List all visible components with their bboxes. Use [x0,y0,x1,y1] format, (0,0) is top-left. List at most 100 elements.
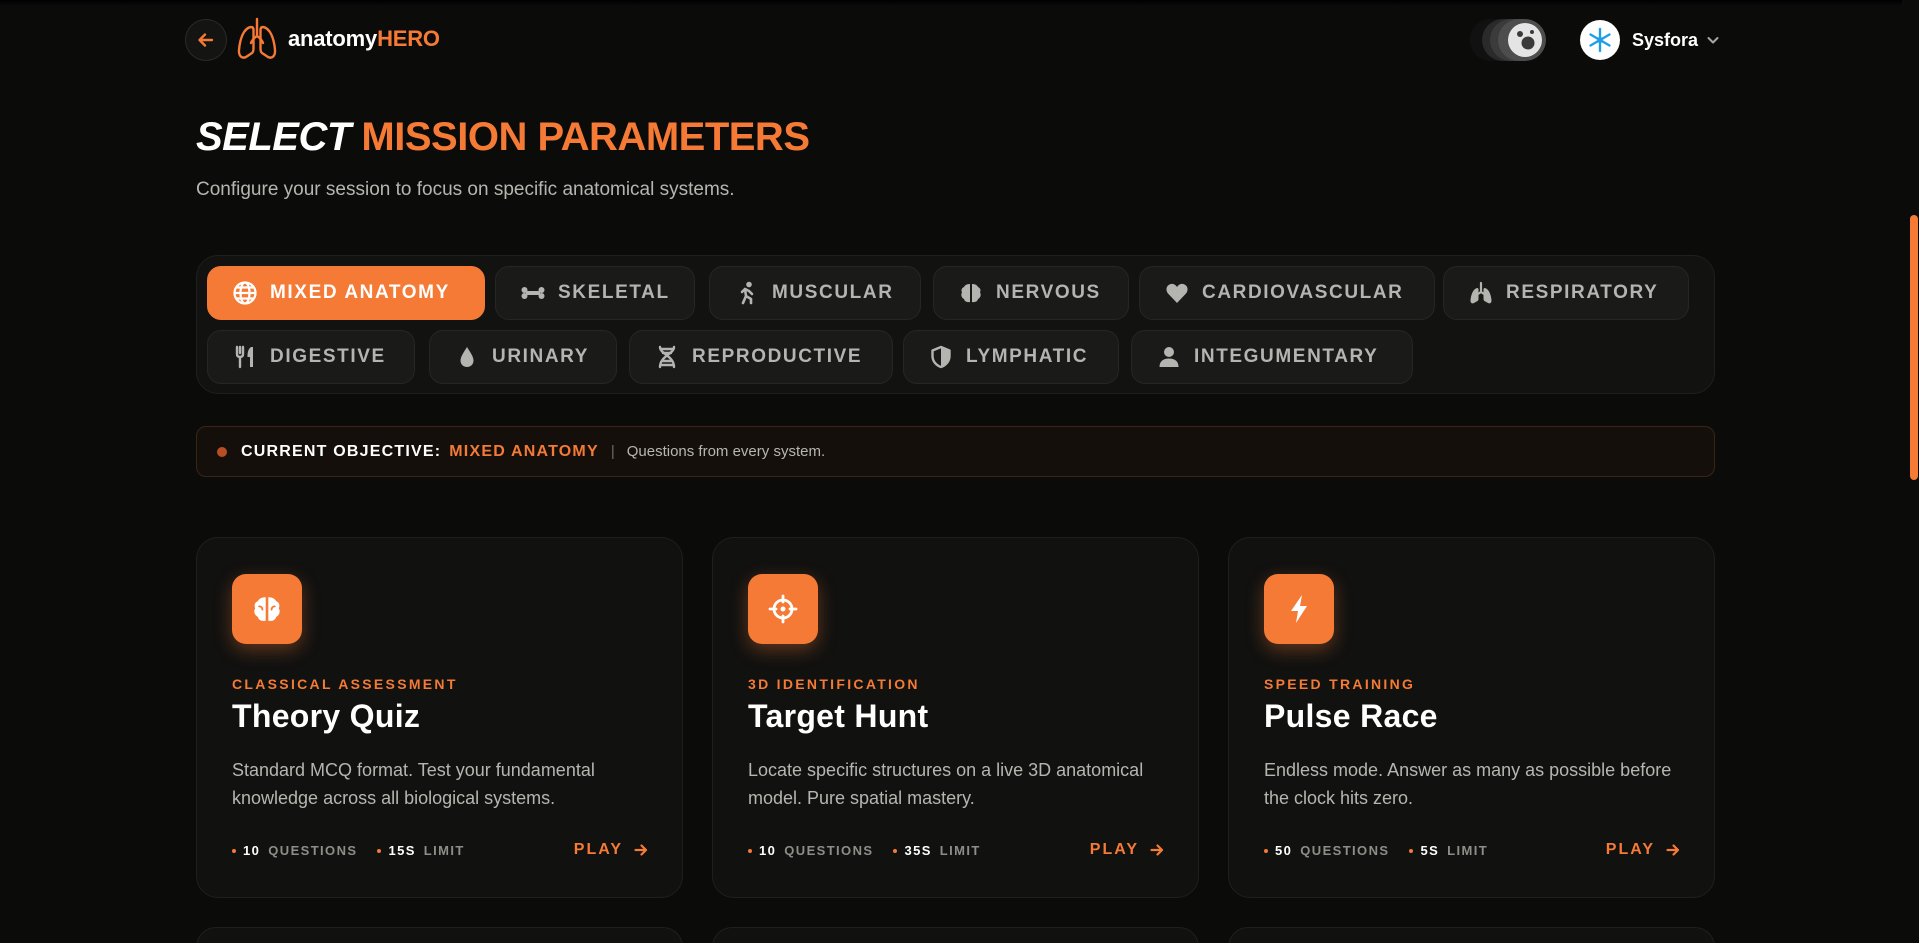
stat-value: 50 [1275,843,1293,858]
filter-chip-nervous[interactable]: NERVOUS [933,266,1129,320]
page-title-wrap: SELECT MISSION PARAMETERS [196,112,810,162]
stat-label: QUESTIONS [784,843,874,858]
filter-chip-label: SKELETAL [558,282,670,303]
page-subtitle: Configure your session to focus on speci… [196,179,735,200]
lungs-icon [1470,281,1492,304]
objective-value: MIXED ANATOMY [449,442,599,460]
card-stats: 10 QUESTIONS 35S LIMIT [748,843,1001,858]
arrow-right-icon [1666,844,1680,856]
mode-card-partial[interactable] [1228,927,1715,943]
bullet [232,848,236,853]
mode-card-partial[interactable] [196,927,683,943]
arrow-right-icon [1150,844,1164,856]
logo-text: anatomyHERO [288,26,440,52]
card-icon-box [748,574,818,644]
card-description: Standard MCQ format. Test your fundament… [232,760,595,808]
play-label: PLAY [1605,841,1655,858]
mode-card-partial[interactable] [712,927,1199,943]
user-icon [1159,347,1179,367]
current-objective-bar: CURRENT OBJECTIVE: MIXED ANATOMY | Quest… [196,426,1715,477]
mode-card-target-hunt[interactable]: 3D IDENTIFICATION Target Hunt Locate spe… [712,537,1199,898]
filter-chip-skeletal[interactable]: SKELETAL [495,266,695,320]
mode-card-pulse-race[interactable]: SPEED TRAINING Pulse Race Endless mode. … [1228,537,1715,898]
bullet [893,848,898,853]
logo-text-part1: anatomy [288,26,378,51]
objective-separator: | [610,443,615,460]
filter-chip-lymphatic[interactable]: LYMPHATIC [903,330,1119,384]
stat-label: QUESTIONS [1300,843,1390,858]
play-button[interactable]: PLAY [1606,841,1681,859]
stat-value: 10 [243,843,261,858]
card-tag: SPEED TRAINING [1264,676,1416,692]
filter-chip-reproductive[interactable]: REPRODUCTIVE [629,330,893,384]
stat-label: LIMIT [1447,843,1489,858]
card-tag: CLASSICAL ASSESSMENT [232,676,458,692]
logo-text-part2: HERO [377,26,440,51]
stat-label: QUESTIONS [268,843,358,858]
crosshair-icon [768,594,798,624]
page-title-part1: SELECT [196,115,351,159]
card-title: Theory Quiz [232,698,421,734]
theme-toggle-icon [1509,24,1541,56]
user-menu[interactable]: Sysfora [1580,20,1720,60]
scrollbar-thumb[interactable] [1910,215,1918,480]
stat-value: 35S [904,843,932,858]
card-title: Pulse Race [1264,698,1438,734]
app-logo[interactable]: anatomyHERO [236,16,440,62]
stat-questions: 10 QUESTIONS [232,843,357,858]
filter-chip-urinary[interactable]: URINARY [429,330,617,384]
snowflake-icon [1589,27,1611,53]
filter-chip-label: REPRODUCTIVE [692,346,863,367]
mode-card-theory-quiz[interactable]: CLASSICAL ASSESSMENT Theory Quiz Standar… [196,537,683,898]
objective-description: Questions from every system. [626,443,826,460]
filter-chip-digestive[interactable]: DIGESTIVE [207,330,415,384]
avatar [1580,20,1620,60]
chevron-down-icon [1707,37,1719,44]
app-header: anatomyHERO Sysfora [0,0,1919,80]
filter-chip-integumentary[interactable]: INTEGUMENTARY [1131,330,1413,384]
stat-value: 15S [388,843,416,858]
filter-chip-mixed-anatomy[interactable]: MIXED ANATOMY [207,266,485,320]
filter-chip-respiratory[interactable]: RESPIRATORY [1443,266,1689,320]
bullet [377,848,382,853]
play-label: PLAY [573,841,623,858]
page-scrollbar[interactable] [1902,0,1919,943]
stat-label: LIMIT [939,843,981,858]
play-button[interactable]: PLAY [1090,841,1165,859]
card-icon-box [232,574,302,644]
card-description: Locate specific structures on a live 3D … [748,760,1144,808]
card-description: Endless mode. Answer as many as possible… [1264,760,1672,808]
filter-chip-label: MIXED ANATOMY [270,282,450,303]
heart-icon [1166,283,1188,303]
filter-chip-label: CARDIOVASCULAR [1202,282,1404,303]
lightning-bolt-icon [1291,595,1307,623]
filter-chip-label: DIGESTIVE [270,346,386,367]
droplet-icon [460,347,474,367]
filter-chip-label: NERVOUS [996,282,1101,303]
status-dot [217,446,227,457]
filter-chip-cardiovascular[interactable]: CARDIOVASCULAR [1139,266,1435,320]
shield-icon [931,345,951,369]
filter-chip-muscular[interactable]: MUSCULAR [709,266,921,320]
objective-label: CURRENT OBJECTIVE: [241,442,442,460]
lungs-icon [237,17,277,59]
dna-icon [658,345,676,369]
card-stats: 50 QUESTIONS 5S LIMIT [1264,843,1508,858]
card-icon-box [1264,574,1334,644]
filter-chip-label: URINARY [492,346,590,367]
card-title: Target Hunt [748,698,929,734]
bullet [748,848,752,853]
arrow-left-icon [198,33,214,47]
stat-limit: 5S LIMIT [1409,843,1488,858]
stat-limit: 35S LIMIT [893,843,980,858]
filter-chip-label: INTEGUMENTARY [1194,346,1379,367]
stat-value: 5S [1420,843,1440,858]
stat-value: 10 [759,843,777,858]
back-button[interactable] [185,19,227,61]
theme-toggle[interactable] [1470,19,1546,61]
play-label: PLAY [1089,841,1139,858]
utensils-icon [235,345,253,369]
bone-icon [521,287,545,299]
globe-icon [233,281,257,305]
play-button[interactable]: PLAY [574,841,649,859]
